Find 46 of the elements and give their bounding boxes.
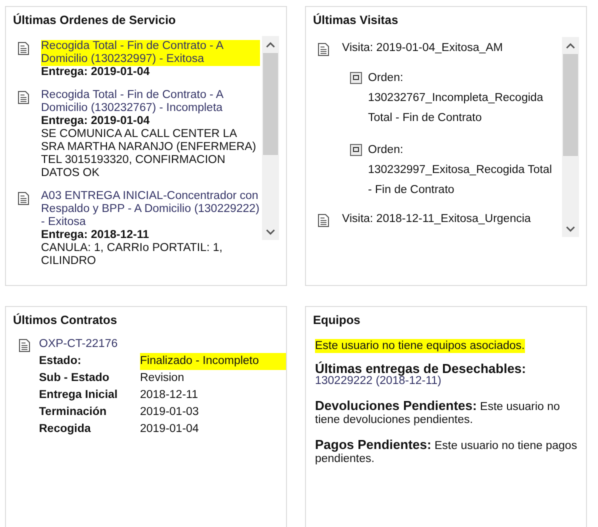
document-icon — [19, 339, 30, 352]
contract-id[interactable]: OXP-CT-22176 — [39, 336, 286, 353]
order-note: SE COMUNICA AL CALL CENTER LA SRA MARTHA NARANJO (ENFERMERA) TEL 3015193320, CONFIRMACION DATOS OK — [41, 128, 258, 180]
order-note: CANULA: 1, CARRIo PORTATIL: 1, CILINDRO — [41, 242, 224, 268]
field-label: Recogida — [39, 422, 91, 437]
field-value: 2019-01-03 — [140, 405, 199, 420]
scrollbar[interactable] — [262, 36, 279, 240]
document-icon — [18, 192, 29, 205]
order-link[interactable]: Recogida Total - Fin de Contrato - A Domicilio (130232997) - Exitosa — [41, 40, 260, 66]
chevron-down-icon[interactable] — [266, 228, 275, 234]
document-icon — [318, 43, 329, 56]
pending-note: Pagos Pendientes: Este usuario no tiene pagos pendientes. — [315, 438, 578, 466]
panel-title: Últimas Visitas — [313, 13, 400, 27]
chevron-down-icon[interactable] — [566, 226, 575, 232]
field-label: Entrega Inicial — [39, 388, 118, 403]
delivery-date: Entrega: 2018-12-11 — [41, 229, 150, 242]
chevron-up-icon[interactable] — [566, 42, 575, 48]
panel-title: Equipos — [313, 313, 362, 327]
visit-order[interactable]: Orden: 130232997_Exitosa_Recogida Total - Fin de Contrato — [368, 140, 558, 200]
document-icon — [18, 91, 29, 104]
square-icon — [350, 144, 362, 156]
delivery-date: Entrega: 2019-01-04 — [41, 66, 151, 79]
equipment-message: Este usuario no tiene equipos asociados. — [315, 339, 525, 353]
section-heading: Últimas entregas de Desechables: — [315, 362, 527, 375]
scrollbar[interactable] — [562, 37, 579, 237]
field-label: Terminación — [39, 405, 107, 420]
field-value: 2019-01-04 — [140, 422, 199, 437]
order-link[interactable]: A03 ENTREGA INICIAL-Concentrador con Respaldo y BPP - A Domicilio (130229222) - Exitosa — [41, 190, 260, 229]
order-link[interactable]: Recogida Total - Fin de Contrato - A Domicilio (130232767) - Incompleta — [41, 89, 260, 115]
document-icon — [18, 42, 29, 55]
field-value: Finalizado - Incompleto — [140, 353, 286, 370]
delivery-link[interactable]: 130229222 (2018-12-11) — [315, 375, 442, 388]
chevron-up-icon[interactable] — [266, 42, 275, 48]
delivery-date: Entrega: 2019-01-04 — [41, 115, 151, 128]
field-value: Revision — [140, 371, 184, 386]
visit-order[interactable]: Orden: 130232767_Incompleta_Recogida Total - Fin de Contrato — [368, 68, 558, 128]
visit-label[interactable]: Visita: 2018-12-11_Exitosa_Urgencia — [342, 212, 531, 227]
panel-title: Últimas Ordenes de Servicio — [13, 13, 177, 27]
pending-note: Devoluciones Pendientes: Este usuario no tiene devoluciones pendientes. — [315, 399, 561, 427]
field-value: 2018-12-11 — [140, 388, 198, 403]
panel-title: Últimos Contratos — [13, 313, 118, 327]
field-label: Estado: — [39, 354, 82, 369]
square-icon — [350, 72, 362, 84]
visit-label[interactable]: Visita: 2019-01-04_Exitosa_AM — [342, 41, 503, 56]
field-label: Sub - Estado — [39, 371, 110, 386]
document-icon — [318, 214, 329, 227]
